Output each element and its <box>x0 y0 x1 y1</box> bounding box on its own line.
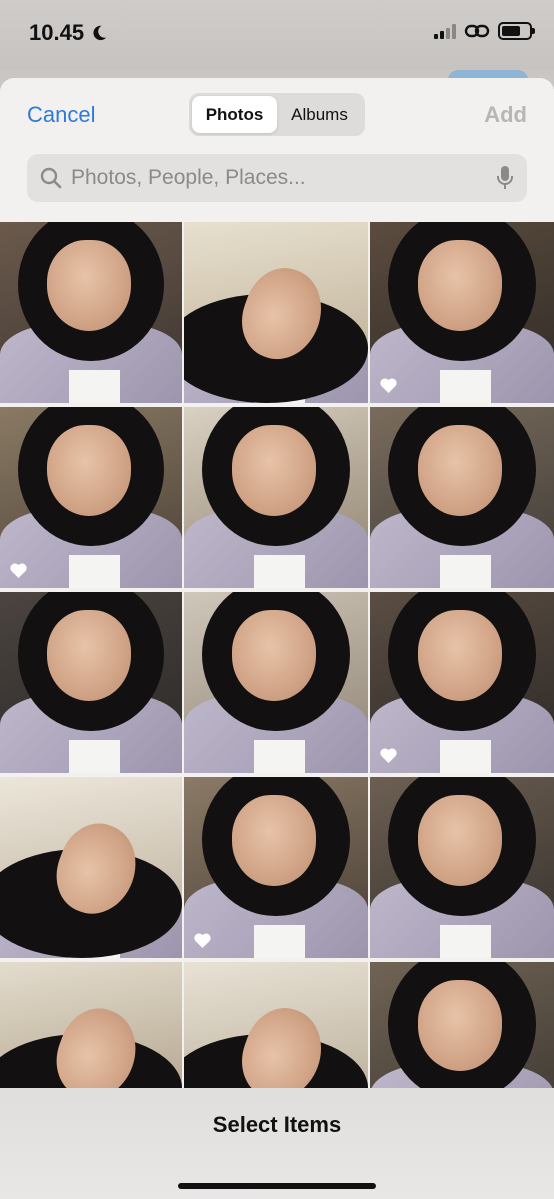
search-bar[interactable] <box>27 154 527 202</box>
photo-thumbnail[interactable] <box>184 592 368 773</box>
photo-thumbnail[interactable] <box>0 592 182 773</box>
signal-icon <box>434 23 456 39</box>
photo-thumbnail[interactable] <box>370 222 554 403</box>
battery-icon <box>498 22 535 40</box>
status-bar: 10.45 <box>0 0 554 70</box>
photo-thumbnail[interactable] <box>370 592 554 773</box>
cancel-button[interactable]: Cancel <box>27 102 95 128</box>
photo-thumbnail[interactable] <box>370 777 554 958</box>
heart-icon <box>380 378 397 394</box>
source-segmented-control: Photos Albums <box>189 93 365 136</box>
select-items-title: Select Items <box>212 1112 342 1137</box>
home-indicator <box>178 1183 376 1189</box>
photo-picker-sheet: Cancel Photos Albums Add Select Items <box>0 78 554 1199</box>
search-icon <box>40 167 62 189</box>
picker-header: Cancel Photos Albums Add <box>0 78 554 222</box>
photo-thumbnail[interactable] <box>370 407 554 588</box>
tab-albums[interactable]: Albums <box>277 96 362 133</box>
moon-icon <box>93 25 107 41</box>
photo-thumbnail[interactable] <box>184 407 368 588</box>
mic-icon[interactable] <box>495 165 515 191</box>
heart-icon <box>380 748 397 764</box>
photo-thumbnail[interactable] <box>370 962 554 1088</box>
photo-thumbnail[interactable] <box>184 222 368 403</box>
status-icons <box>434 22 535 40</box>
link-icon <box>464 24 490 38</box>
photo-thumbnail[interactable] <box>184 962 368 1088</box>
photo-thumbnail[interactable] <box>0 777 182 958</box>
add-button[interactable]: Add <box>484 102 527 128</box>
photo-thumbnail[interactable] <box>0 407 182 588</box>
status-time: 10.45 <box>29 20 108 46</box>
heart-icon <box>10 563 27 579</box>
photo-thumbnail[interactable] <box>0 222 182 403</box>
bottom-toolbar: Select Items <box>0 1088 554 1199</box>
heart-icon <box>194 933 211 949</box>
tab-photos[interactable]: Photos <box>192 96 277 133</box>
photo-thumbnail[interactable] <box>184 777 368 958</box>
clock-text: 10.45 <box>29 20 85 45</box>
search-input[interactable] <box>71 166 495 190</box>
photo-grid <box>0 222 554 1088</box>
photo-thumbnail[interactable] <box>0 962 182 1088</box>
